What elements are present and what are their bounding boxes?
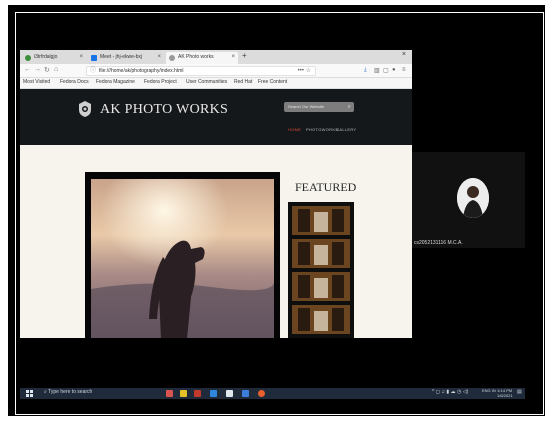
download-icon[interactable]: ⤓ bbox=[364, 67, 367, 74]
featured-thumbnail[interactable] bbox=[292, 239, 350, 268]
page-info-icon: ⓘ bbox=[90, 68, 97, 74]
notification-icon[interactable]: ▤ bbox=[517, 389, 522, 395]
store-icon[interactable] bbox=[226, 390, 233, 397]
tab-label: Meet - jhj-ekwe-bxj bbox=[100, 54, 142, 60]
tab-label: i3trfrdalgjo bbox=[34, 54, 58, 60]
tab-favicon-icon bbox=[169, 55, 175, 61]
participant-tile[interactable]: cs2052131116 M.C.A. bbox=[412, 152, 525, 248]
forward-icon[interactable]: → bbox=[34, 66, 41, 73]
firefox-icon[interactable] bbox=[258, 390, 265, 397]
site-logo-text[interactable]: AK PHOTO WORKS bbox=[100, 102, 228, 118]
featured-thumbnail[interactable] bbox=[292, 206, 350, 235]
tab-favicon-icon bbox=[25, 55, 31, 61]
browser-tab[interactable]: i3trfrdalgjo × bbox=[22, 52, 86, 64]
page-actions-icon[interactable]: ••• ☆ bbox=[298, 67, 311, 75]
avatar bbox=[457, 178, 489, 218]
window-close-button[interactable]: × bbox=[402, 51, 406, 58]
task-view-icon[interactable] bbox=[210, 390, 217, 397]
browser-tab[interactable]: Meet - jhj-ekwe-bxj × bbox=[88, 52, 164, 64]
home-icon[interactable]: ⌂ bbox=[54, 66, 58, 73]
reload-icon[interactable]: ↻ bbox=[44, 66, 50, 74]
mail-icon[interactable] bbox=[242, 390, 249, 397]
site-header: AK PHOTO WORKS Search Our Website ⌕ HOME… bbox=[20, 89, 412, 145]
browser-urlbar: ← → ↻ ⌂ ⓘ file:///home/ak/photography/in… bbox=[20, 64, 412, 78]
tab-label: AK Photo works bbox=[178, 54, 214, 60]
windows-start-icon[interactable] bbox=[26, 390, 33, 397]
shared-screen: i3trfrdalgjo × Meet - jhj-ekwe-bxj × AK … bbox=[20, 50, 412, 338]
taskbar-search-placeholder: Type here to search bbox=[48, 389, 93, 395]
system-tray-icons[interactable]: ^ ◻ ♫ ▮ ☁ ◷ ◁) bbox=[432, 389, 468, 395]
close-tab-icon[interactable]: × bbox=[231, 52, 235, 63]
back-icon[interactable]: ← bbox=[24, 66, 31, 73]
windows-taskbar: ⌕ Type here to search ^ ◻ ♫ ▮ ☁ ◷ ◁) ENG… bbox=[20, 388, 525, 399]
site-search-placeholder: Search Our Website bbox=[288, 104, 324, 109]
site-search-input[interactable]: Search Our Website ⌕ bbox=[284, 102, 354, 112]
app-icon[interactable] bbox=[194, 390, 201, 397]
bookmark-item[interactable]: User Communities bbox=[186, 79, 227, 85]
address-bar[interactable]: ⓘ file:///home/ak/photography/index.html… bbox=[86, 66, 316, 76]
clock-date: 1/6/2021 bbox=[497, 393, 513, 398]
featured-title: FEATURED bbox=[295, 180, 357, 194]
camera-logo-icon bbox=[79, 101, 91, 117]
bookmarks-bar: Most Visited Fedora Docs Fedora Magazine… bbox=[20, 78, 412, 89]
account-icon[interactable]: ● bbox=[392, 67, 396, 73]
tab-favicon-icon bbox=[91, 55, 97, 61]
language-indicator[interactable]: ENG IN bbox=[482, 388, 496, 393]
bookmark-item[interactable]: Red Hat bbox=[234, 79, 252, 85]
bookmark-item[interactable]: Fedora Magazine bbox=[96, 79, 135, 85]
menu-icon[interactable]: ≡ bbox=[402, 67, 406, 73]
hero-photo bbox=[91, 179, 274, 338]
taskbar-clock[interactable]: 4:14 PM 1/6/2021 bbox=[497, 388, 513, 398]
browser-tab-active[interactable]: AK Photo works × bbox=[166, 52, 238, 64]
bookmark-item[interactable]: Most Visited bbox=[23, 79, 50, 85]
nav-home[interactable]: HOME bbox=[288, 127, 301, 132]
taskbar-search-input[interactable]: ⌕ Type here to search bbox=[44, 389, 92, 395]
featured-thumbnail[interactable] bbox=[292, 305, 350, 334]
bookmark-item[interactable]: Fedora Project bbox=[144, 79, 177, 85]
featured-strip bbox=[288, 202, 354, 338]
close-tab-icon[interactable]: × bbox=[79, 52, 83, 63]
bookmark-item[interactable]: Free Content bbox=[258, 79, 287, 85]
nav-photoworks[interactable]: PHOTOWORKS bbox=[306, 127, 338, 132]
participant-name: cs2052131116 M.C.A. bbox=[414, 240, 463, 246]
library-icon[interactable]: ▥ bbox=[374, 67, 380, 74]
close-tab-icon[interactable]: × bbox=[157, 52, 161, 63]
file-explorer-icon[interactable] bbox=[180, 390, 187, 397]
media-player-icon[interactable] bbox=[166, 390, 173, 397]
nav-gallery[interactable]: GALLERY bbox=[336, 127, 356, 132]
hero-photo-frame bbox=[85, 172, 280, 338]
browser-tabbar: i3trfrdalgjo × Meet - jhj-ekwe-bxj × AK … bbox=[20, 50, 412, 64]
sidebar-icon[interactable]: ▢ bbox=[383, 67, 389, 74]
new-tab-button[interactable]: + bbox=[242, 51, 247, 60]
search-icon[interactable]: ⌕ bbox=[348, 102, 351, 112]
bookmark-item[interactable]: Fedora Docs bbox=[60, 79, 89, 85]
featured-thumbnail[interactable] bbox=[292, 272, 350, 301]
address-text: file:///home/ak/photography/index.html bbox=[99, 68, 184, 74]
